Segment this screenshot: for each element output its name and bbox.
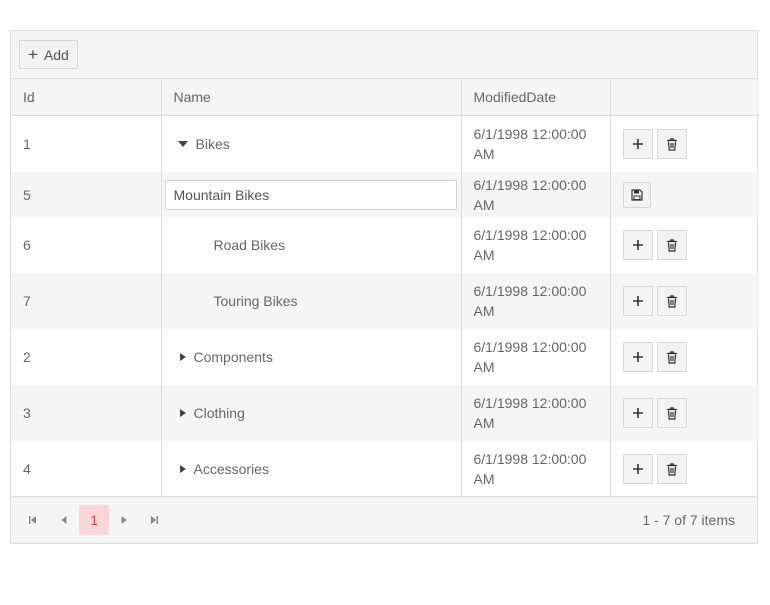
pager: 1 1 - 7 of 7 items bbox=[11, 496, 757, 543]
row-name: Components bbox=[193, 349, 273, 365]
save-button[interactable] bbox=[622, 181, 651, 208]
cell-id: 7 bbox=[11, 273, 161, 329]
cell-modified-date: 6/1/1998 12:00:00 AM bbox=[460, 217, 610, 273]
column-header-modified-date[interactable]: ModifiedDate bbox=[460, 79, 610, 116]
trash-icon bbox=[666, 462, 677, 476]
row-name: Touring Bikes bbox=[213, 293, 298, 309]
cell-commands bbox=[609, 115, 759, 172]
page-number-button[interactable]: 1 bbox=[79, 505, 109, 535]
table-row: 7 Touring Bikes 6/1/1998 12:00:00 AM bbox=[11, 273, 759, 329]
cell-name: Accessories bbox=[160, 441, 461, 497]
delete-button[interactable] bbox=[656, 398, 687, 428]
previous-page-button[interactable] bbox=[57, 497, 71, 543]
cell-modified-date: 6/1/1998 12:00:00 AM bbox=[460, 329, 610, 385]
next-page-button[interactable] bbox=[117, 497, 131, 543]
cell-id: 1 bbox=[23, 136, 31, 152]
row-name: Bikes bbox=[195, 136, 230, 152]
cell-id: 5 bbox=[11, 172, 161, 217]
plus-icon bbox=[632, 296, 643, 306]
save-icon bbox=[630, 188, 643, 201]
cell-commands bbox=[609, 385, 759, 441]
name-edit-input[interactable] bbox=[164, 179, 457, 210]
column-header-id[interactable]: Id bbox=[11, 79, 161, 116]
pager-info: 1 - 7 of 7 items bbox=[642, 512, 735, 528]
column-header-name[interactable]: Name bbox=[160, 79, 461, 116]
row-name: Clothing bbox=[193, 405, 245, 421]
cell-name: Touring Bikes bbox=[160, 273, 461, 329]
previous-page-icon bbox=[61, 516, 67, 524]
add-child-button[interactable] bbox=[622, 454, 653, 484]
toolbar: + Add bbox=[11, 31, 757, 79]
cell-id: 6 bbox=[23, 237, 31, 253]
cell-commands bbox=[609, 217, 759, 273]
add-child-button[interactable] bbox=[622, 398, 653, 428]
cell-name: Bikes bbox=[160, 115, 461, 172]
add-button-label: Add bbox=[43, 46, 69, 63]
add-child-button[interactable] bbox=[622, 286, 653, 316]
treelist-grid: + Add Id Name ModifiedDate 1 Bikes 6/1/1… bbox=[10, 30, 759, 544]
trash-icon bbox=[666, 406, 677, 420]
next-page-icon bbox=[121, 516, 127, 524]
cell-id: 2 bbox=[23, 349, 31, 365]
cell-name: Clothing bbox=[160, 385, 461, 441]
caret-right-icon[interactable] bbox=[179, 353, 186, 361]
table-row: 4 Accessories 6/1/1998 12:00:00 AM bbox=[11, 441, 759, 497]
delete-button[interactable] bbox=[656, 286, 687, 316]
cell-commands bbox=[609, 172, 759, 217]
cell-commands bbox=[609, 273, 759, 329]
cell-modified-date: 6/1/1998 12:00:00 AM bbox=[460, 273, 610, 329]
delete-button[interactable] bbox=[656, 342, 687, 372]
add-child-button[interactable] bbox=[622, 342, 653, 372]
add-child-button[interactable] bbox=[622, 129, 653, 159]
last-page-button[interactable] bbox=[146, 497, 162, 543]
cell-modified-date: 6/1/1998 12:00:00 AM bbox=[460, 385, 610, 441]
first-page-icon bbox=[29, 516, 36, 524]
delete-button[interactable] bbox=[656, 129, 687, 159]
cell-modified-date: 6/1/1998 12:00:00 AM bbox=[460, 172, 610, 217]
table-row: 1 Bikes 6/1/1998 12:00:00 AM bbox=[11, 115, 759, 172]
cell-modified-date: 6/1/1998 12:00:00 AM bbox=[460, 115, 610, 172]
column-header-commands bbox=[609, 79, 759, 116]
trash-icon bbox=[666, 350, 677, 364]
plus-icon bbox=[632, 240, 643, 250]
table-row-editing: 5 6/1/1998 12:00:00 AM bbox=[11, 172, 759, 217]
last-page-icon bbox=[151, 516, 158, 524]
table-row: 2 Components 6/1/1998 12:00:00 AM bbox=[11, 329, 759, 385]
row-name: Accessories bbox=[193, 461, 269, 477]
plus-icon bbox=[632, 408, 643, 418]
trash-icon bbox=[666, 238, 677, 252]
delete-button[interactable] bbox=[656, 454, 687, 484]
plus-icon bbox=[632, 139, 643, 149]
first-page-button[interactable] bbox=[25, 497, 41, 543]
table-row: 6 Road Bikes 6/1/1998 12:00:00 AM bbox=[11, 217, 759, 273]
caret-right-icon[interactable] bbox=[179, 465, 186, 473]
cell-name: Components bbox=[160, 329, 461, 385]
cell-commands bbox=[609, 329, 759, 385]
cell-id: 3 bbox=[11, 385, 161, 441]
add-child-button[interactable] bbox=[622, 230, 653, 260]
cell-name: Road Bikes bbox=[160, 217, 461, 273]
delete-button[interactable] bbox=[656, 230, 687, 260]
plus-icon bbox=[632, 352, 643, 362]
table-row: 3 Clothing 6/1/1998 12:00:00 AM bbox=[11, 385, 759, 441]
cell-name bbox=[160, 172, 461, 217]
cell-modified-date: 6/1/1998 12:00:00 AM bbox=[460, 441, 610, 497]
caret-right-icon[interactable] bbox=[179, 409, 186, 417]
cell-id: 4 bbox=[23, 461, 31, 477]
trash-icon bbox=[666, 137, 677, 151]
plus-icon bbox=[632, 464, 643, 474]
cell-commands bbox=[609, 441, 759, 497]
header-row: Id Name ModifiedDate bbox=[11, 79, 759, 116]
caret-down-icon[interactable] bbox=[177, 141, 188, 147]
row-name: Road Bikes bbox=[213, 237, 286, 253]
plus-icon: + bbox=[28, 45, 38, 64]
add-button[interactable]: + Add bbox=[19, 40, 78, 69]
treelist-table: Id Name ModifiedDate 1 Bikes 6/1/1998 12… bbox=[11, 79, 759, 497]
trash-icon bbox=[666, 294, 677, 308]
